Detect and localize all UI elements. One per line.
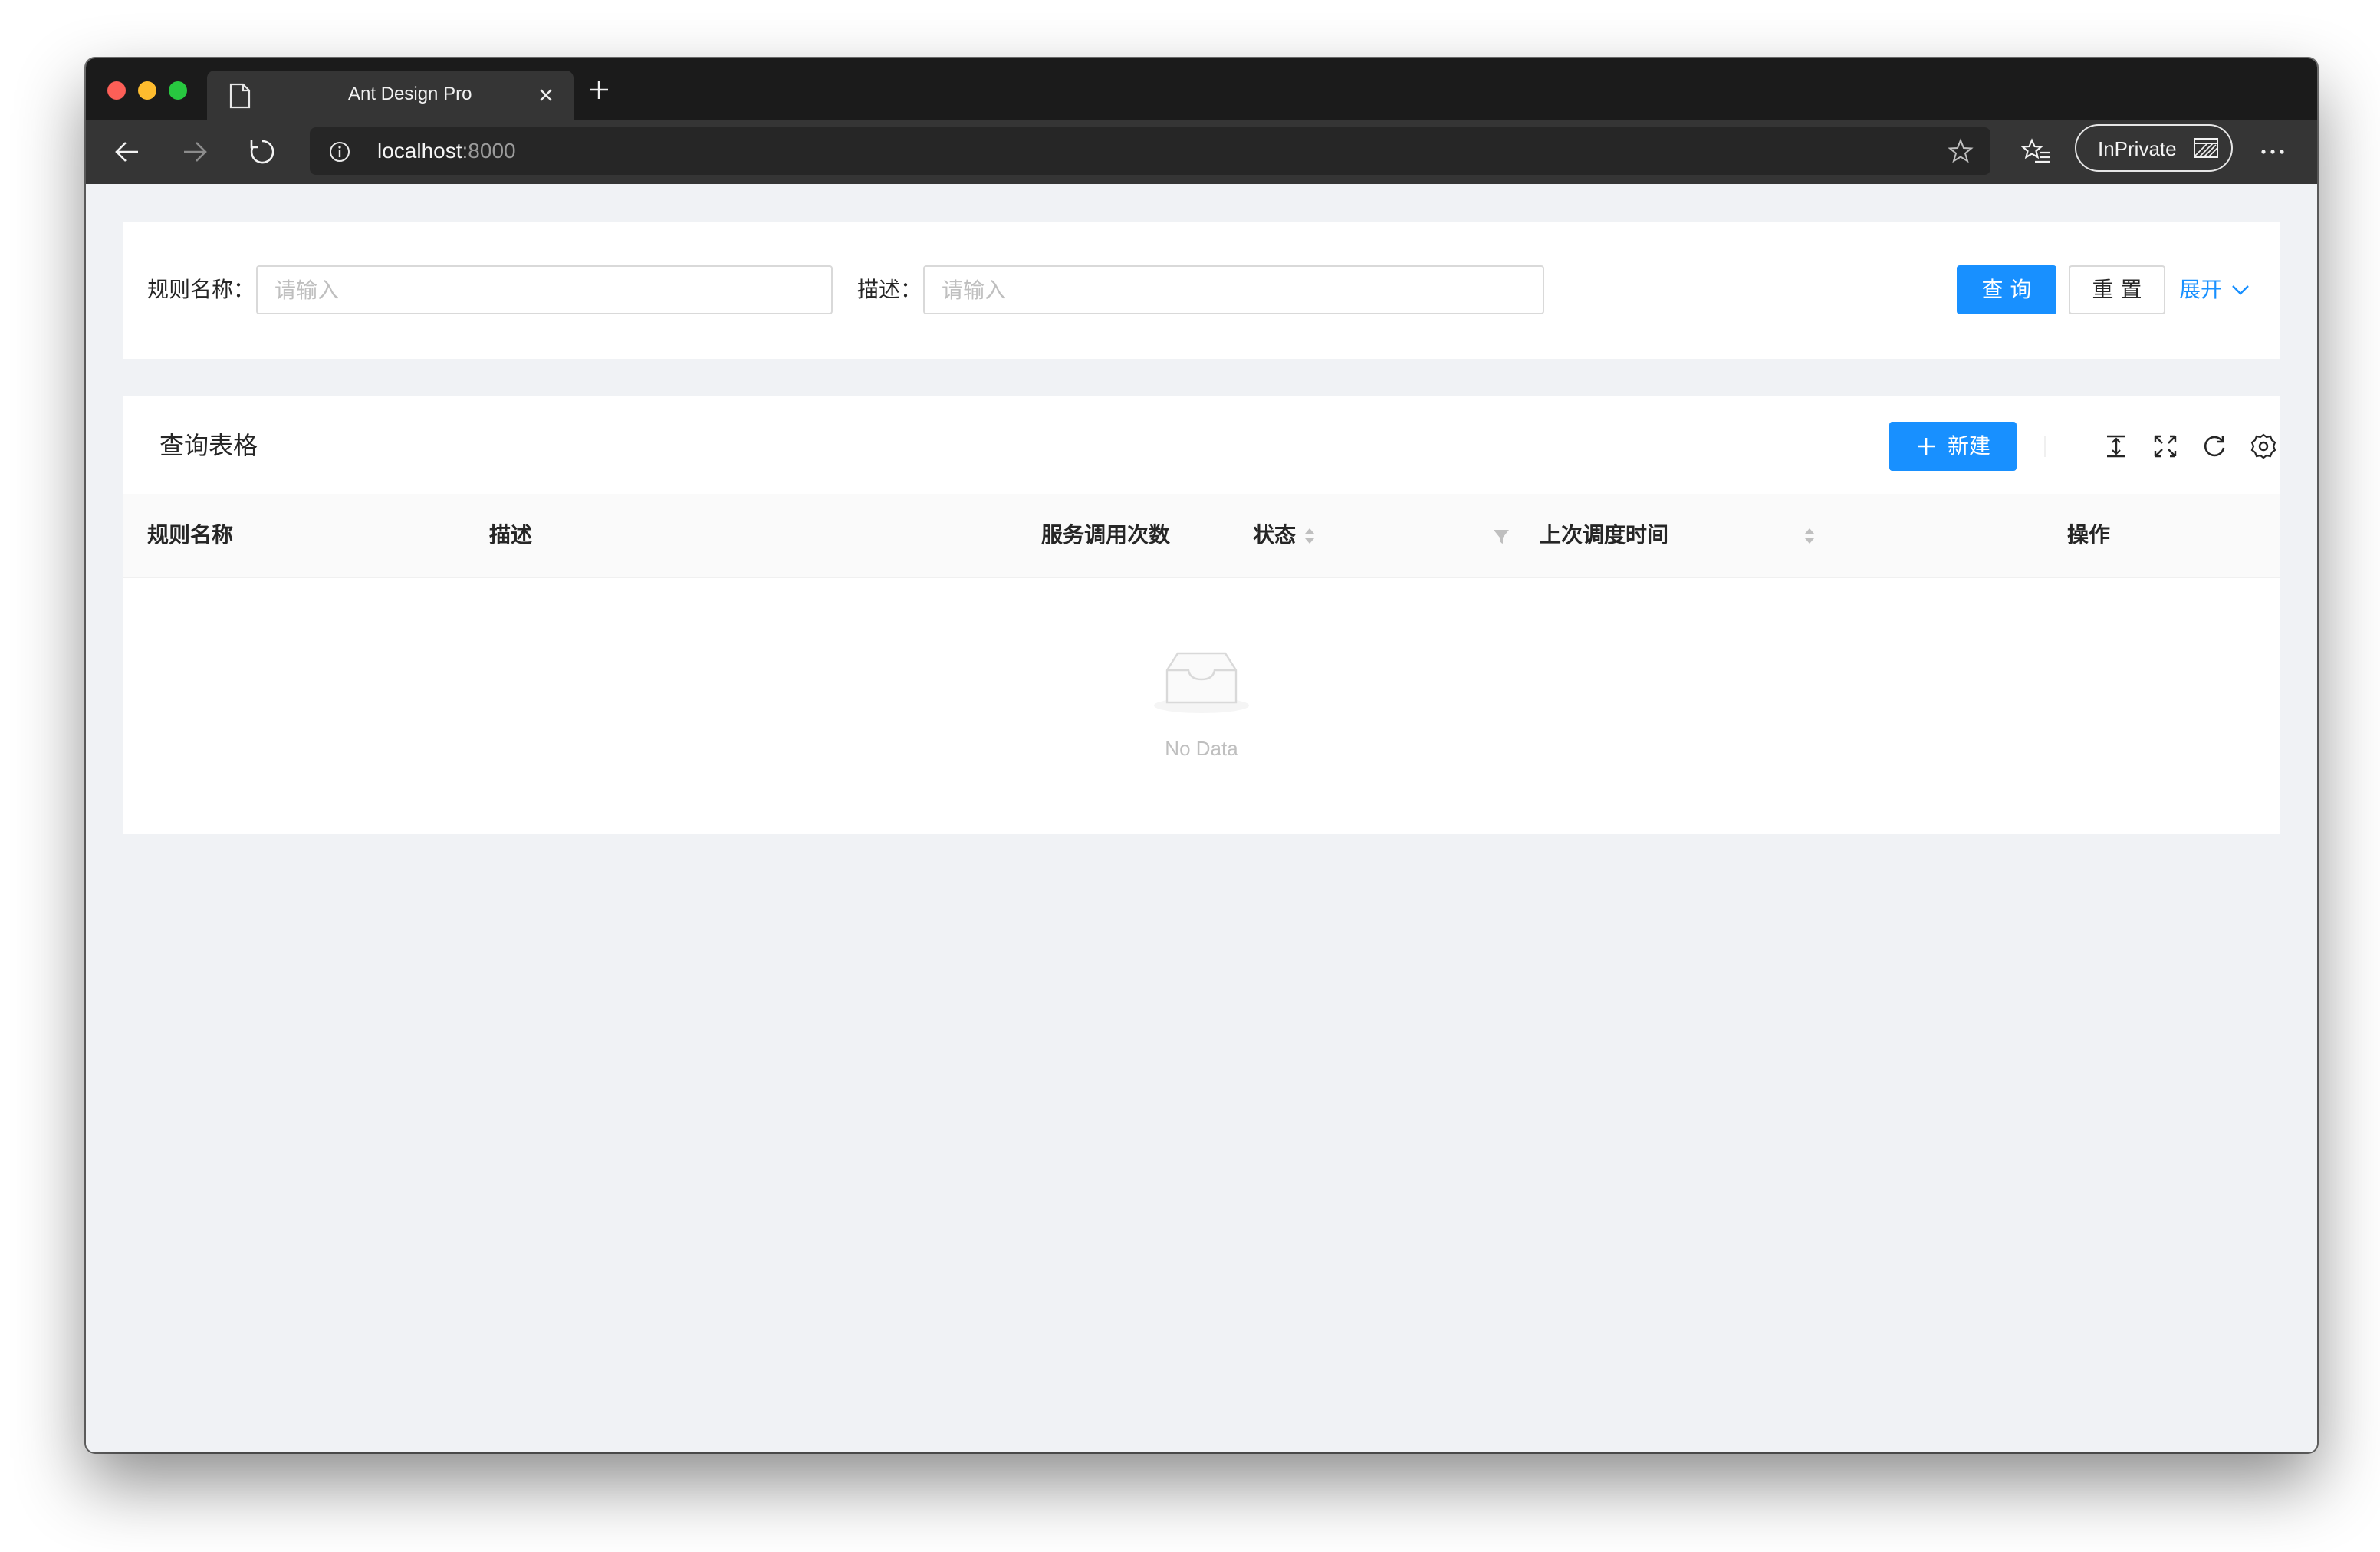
refresh-icon[interactable] (247, 136, 278, 167)
tab-title: Ant Design Pro (348, 84, 472, 104)
toolbar-divider (2044, 436, 2046, 457)
column-actions: 操作 (2067, 522, 2111, 547)
browser-toolbar: localhost:8000 InPrivate (86, 120, 2317, 184)
table-header: 规则名称 描述 服务调用次数 状态 上次调度时间 操作 (123, 494, 2280, 578)
forward-icon[interactable] (179, 136, 210, 167)
url-host: localhost (377, 139, 462, 163)
column-height-icon[interactable] (2102, 432, 2130, 460)
address-bar[interactable]: localhost:8000 (310, 127, 1990, 175)
close-icon[interactable] (537, 86, 555, 104)
new-button-label: 新建 (1948, 433, 1991, 459)
back-icon[interactable] (112, 136, 143, 167)
description-label: 描述： (857, 277, 922, 302)
filter-icon[interactable] (1492, 528, 1511, 546)
column-last-schedule-time[interactable]: 上次调度时间 (1540, 520, 1668, 551)
tab-strip: Ant Design Pro (86, 58, 2317, 120)
column-description: 描述 (489, 522, 533, 547)
url-text[interactable]: localhost:8000 (377, 138, 516, 164)
more-icon[interactable] (2257, 138, 2288, 166)
maximize-window-button[interactable] (169, 81, 187, 100)
browser-window: Ant Design Pro localhost:8000 InPrivate … (86, 58, 2317, 1452)
empty-text: No Data (1165, 737, 1238, 760)
inprivate-button[interactable]: InPrivate (2075, 124, 2233, 172)
chevron-down-icon[interactable] (2231, 282, 2250, 298)
page-icon (229, 83, 251, 109)
fullscreen-icon[interactable] (2152, 432, 2179, 460)
query-button[interactable]: 查 询 (1957, 265, 2056, 314)
column-rule-name: 规则名称 (147, 522, 234, 547)
star-icon[interactable] (1948, 138, 1974, 164)
page-content: 规则名称： 描述： 查 询 重 置 展开 查询表格 新建 (86, 184, 2317, 1452)
plus-icon[interactable] (587, 78, 610, 101)
description-input[interactable] (923, 265, 1544, 314)
setting-icon[interactable] (2250, 432, 2277, 460)
reload-icon[interactable] (2201, 432, 2228, 460)
reset-button[interactable]: 重 置 (2069, 265, 2165, 314)
column-call-count[interactable]: 服务调用次数 (1041, 520, 1170, 551)
new-button[interactable]: 新建 (1889, 422, 2017, 471)
query-table-card: 查询表格 新建 规则名称 描述 服务调用次数 状态 上次调度时间 操作 No D… (123, 396, 2280, 834)
rule-name-label: 规则名称： (147, 277, 255, 302)
minimize-window-button[interactable] (138, 81, 156, 100)
expand-link[interactable]: 展开 (2179, 275, 2222, 305)
sort-icon[interactable] (1803, 526, 1816, 546)
column-status: 状态 (1253, 522, 1297, 547)
rule-name-input[interactable] (256, 265, 833, 314)
url-port: :8000 (462, 139, 516, 163)
empty-inbox-icon (1154, 652, 1249, 713)
close-window-button[interactable] (107, 81, 126, 100)
inprivate-icon (2194, 138, 2218, 158)
inprivate-label: InPrivate (2098, 137, 2177, 160)
sort-icon[interactable] (1303, 526, 1316, 546)
favorites-icon[interactable] (2021, 136, 2052, 167)
info-icon[interactable] (328, 140, 351, 163)
table-title: 查询表格 (159, 431, 258, 460)
plus-icon (1918, 438, 1935, 455)
search-form: 规则名称： 描述： 查 询 重 置 展开 (123, 222, 2280, 359)
